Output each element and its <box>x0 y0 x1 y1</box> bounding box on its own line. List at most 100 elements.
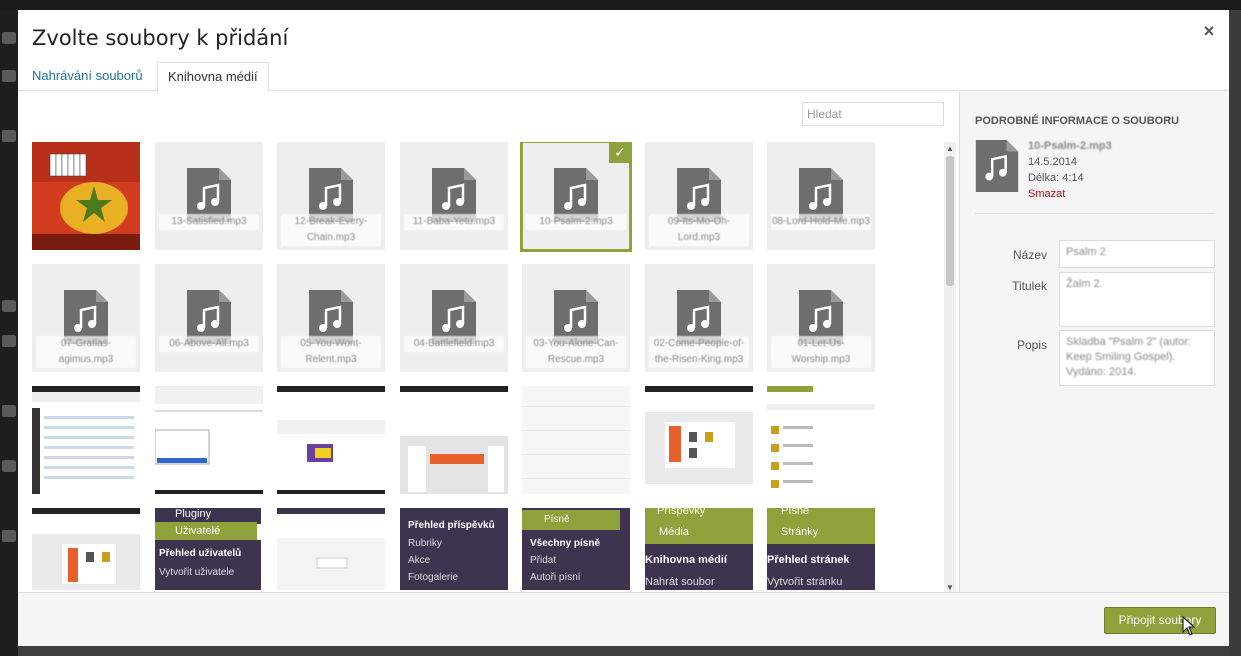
attachment-screenshot-thumb[interactable] <box>277 508 385 590</box>
attachment-audio-thumb[interactable]: 09-Its-Mo-Oh-Lord.mp3 <box>645 142 753 250</box>
attachment-audio-thumb[interactable]: 13-Satisfied.mp3 <box>155 142 263 250</box>
scroll-down-icon[interactable]: ▼ <box>946 583 954 592</box>
checkmark-icon[interactable]: ✓ <box>609 142 630 163</box>
screenshot-preview <box>277 386 385 494</box>
attachment-audio-thumb[interactable]: 02-Come-People-of-the-Risen-King.mp3 <box>645 264 753 372</box>
search-input[interactable] <box>802 102 944 126</box>
menu-item: Přehled uživatelů <box>159 548 242 559</box>
menu-item: Všechny písně <box>530 538 601 549</box>
users-icon <box>2 460 16 472</box>
screenshot-preview <box>645 386 753 484</box>
title-field[interactable]: Psalm 2 <box>1059 240 1215 268</box>
album-cover-image <box>32 142 140 250</box>
media-modal: Zvolte soubory k přidání × Nahrávání sou… <box>18 10 1229 646</box>
insert-files-button[interactable]: Připojit soubory <box>1104 607 1216 634</box>
file-meta: 10-Psalm-2.mp3 14.5.2014 Délka: 4:14 Sma… <box>1028 138 1112 202</box>
description-label: Popis <box>1016 338 1047 352</box>
attachment-audio-thumb[interactable]: 06-Above-All.mp3 <box>155 264 263 372</box>
menu-item: Knihovna médií <box>645 554 727 566</box>
attachment-filename: 09-Its-Mo-Oh-Lord.mp3 <box>649 214 749 246</box>
scrollbar-thumb[interactable] <box>946 156 954 286</box>
grid-scrollbar[interactable]: ▲ ▼ <box>944 142 956 592</box>
attachment-audio-thumb[interactable]: 01-Let-Us-Worship.mp3 <box>767 264 875 372</box>
details-filename: 10-Psalm-2.mp3 <box>1028 140 1112 152</box>
details-date: 14.5.2014 <box>1028 156 1077 168</box>
caption-field[interactable]: Žalm 2. <box>1059 272 1215 327</box>
caption-label: Titulek <box>1012 279 1047 293</box>
scroll-up-icon[interactable]: ▲ <box>946 144 954 153</box>
screenshot-preview <box>155 386 263 494</box>
attachment-filename: 10-Psalm-2.mp3 <box>526 214 626 230</box>
menu-screenshot-songs[interactable]: Písně Všechny písně Přidat Autoři písní <box>522 508 630 590</box>
details-heading: PODROBNÉ INFORMACE O SOUBORU <box>975 115 1180 127</box>
screenshot-preview <box>277 508 385 590</box>
settings-icon <box>2 530 16 542</box>
attachment-filename: 04-Battlefield.mp3 <box>404 336 504 352</box>
attachment-filename: 01-Let-Us-Worship.mp3 <box>771 336 871 368</box>
attachment-audio-thumb[interactable]: 04-Battlefield.mp3 <box>400 264 508 372</box>
attachment-screenshot-thumb[interactable] <box>767 386 875 494</box>
attachments-grid: 13-Satisfied.mp3 12-Break-Every-Chain.mp… <box>32 142 946 590</box>
modal-footer: Připojit soubory <box>18 592 1229 646</box>
attachment-image-thumb[interactable] <box>32 142 140 250</box>
attachment-screenshot-thumb[interactable] <box>277 386 385 494</box>
attachment-audio-thumb[interactable]: 12-Break-Every-Chain.mp3 <box>277 142 385 250</box>
menu-item: Vytvořit uživatele <box>159 567 235 578</box>
menu-item: Uživatelé <box>155 522 257 540</box>
attachment-audio-thumb-selected[interactable]: 10-Psalm-2.mp3 ✓ <box>520 142 632 252</box>
attachment-screenshot-thumb[interactable] <box>32 386 140 494</box>
attachment-screenshot-thumb[interactable] <box>32 508 140 590</box>
attachment-screenshot-thumb[interactable] <box>400 386 508 494</box>
attachment-screenshot-thumb[interactable] <box>155 386 263 494</box>
menu-item: Stránky <box>767 520 875 544</box>
close-button[interactable]: × <box>1198 20 1220 42</box>
attachment-screenshot-thumb[interactable] <box>522 386 630 494</box>
menu-item: Přidat <box>530 555 557 566</box>
divider <box>975 213 1215 214</box>
media-icon <box>2 300 16 312</box>
attachment-filename: 06-Above-All.mp3 <box>159 336 259 352</box>
attachment-filename: 03-You-Alone-Can-Rescue.mp3 <box>526 336 626 368</box>
dashboard-icon <box>2 32 16 44</box>
menu-item: Přehled stránek <box>767 554 850 566</box>
menu-item: Rubriky <box>408 538 442 549</box>
menu-screenshot-pages[interactable]: Písně Stránky Přehled stránek Vytvořit s… <box>767 508 875 590</box>
attachment-audio-thumb[interactable]: 03-You-Alone-Can-Rescue.mp3 <box>522 264 630 372</box>
comments-icon <box>2 335 16 347</box>
screenshot-preview <box>400 386 508 494</box>
screenshot-preview <box>522 406 630 479</box>
menu-item: Písně <box>767 508 875 520</box>
attachment-filename: 07-Gratias-agimus.mp3 <box>36 336 136 368</box>
audio-file-icon <box>975 140 1019 192</box>
attachment-audio-thumb[interactable]: 08-Lord-Hold-Me.mp3 <box>767 142 875 250</box>
attachment-filename: 02-Come-People-of-the-Risen-King.mp3 <box>649 336 749 368</box>
description-field[interactable]: Skladba "Psalm 2" (autor: Keep Smiling G… <box>1059 330 1215 386</box>
attachment-screenshot-thumb[interactable] <box>645 386 753 494</box>
title-label: Název <box>1012 248 1047 262</box>
menu-screenshot-users[interactable]: Pluginy Uživatelé Přehled uživatelů Vytv… <box>155 508 263 590</box>
admin-right-strip <box>1229 10 1241 656</box>
attachment-filename: 12-Break-Every-Chain.mp3 <box>281 214 381 246</box>
tab-upload-files[interactable]: Nahrávání souborů <box>22 62 153 91</box>
menu-item: Přehled příspěvků <box>408 520 495 531</box>
delete-link[interactable]: Smazat <box>1028 186 1112 202</box>
admin-menu <box>0 10 18 656</box>
attachment-filename: 13-Satisfied.mp3 <box>159 214 259 230</box>
attachment-filename: 08-Lord-Hold-Me.mp3 <box>771 214 871 230</box>
attachment-audio-thumb[interactable]: 07-Gratias-agimus.mp3 <box>32 264 140 372</box>
tab-media-library[interactable]: Knihovna médií <box>157 62 269 92</box>
attachment-filename: 05-You-Wont-Relent.mp3 <box>281 336 381 368</box>
screenshot-preview <box>32 508 140 590</box>
attachments-browser: 13-Satisfied.mp3 12-Break-Every-Chain.mp… <box>18 92 959 592</box>
pin-icon <box>2 70 16 82</box>
attachment-audio-thumb[interactable]: 11-Baba-Yetu.mp3 <box>400 142 508 250</box>
menu-screenshot-posts[interactable]: Přehled příspěvků Rubriky Akce Fotogaler… <box>400 508 508 590</box>
modal-title: Zvolte soubory k přidání <box>32 26 289 50</box>
details-length: Délka: 4:14 <box>1028 172 1084 184</box>
music-icon <box>2 130 16 142</box>
attachment-audio-thumb[interactable]: 05-You-Wont-Relent.mp3 <box>277 264 385 372</box>
admin-bar <box>0 0 1241 10</box>
menu-item: Fotogalerie <box>408 572 459 583</box>
caption-value: Žalm 2. <box>1066 278 1103 290</box>
menu-screenshot-media[interactable]: Příspěvky Média Knihovna médií Nahrát so… <box>645 508 753 590</box>
